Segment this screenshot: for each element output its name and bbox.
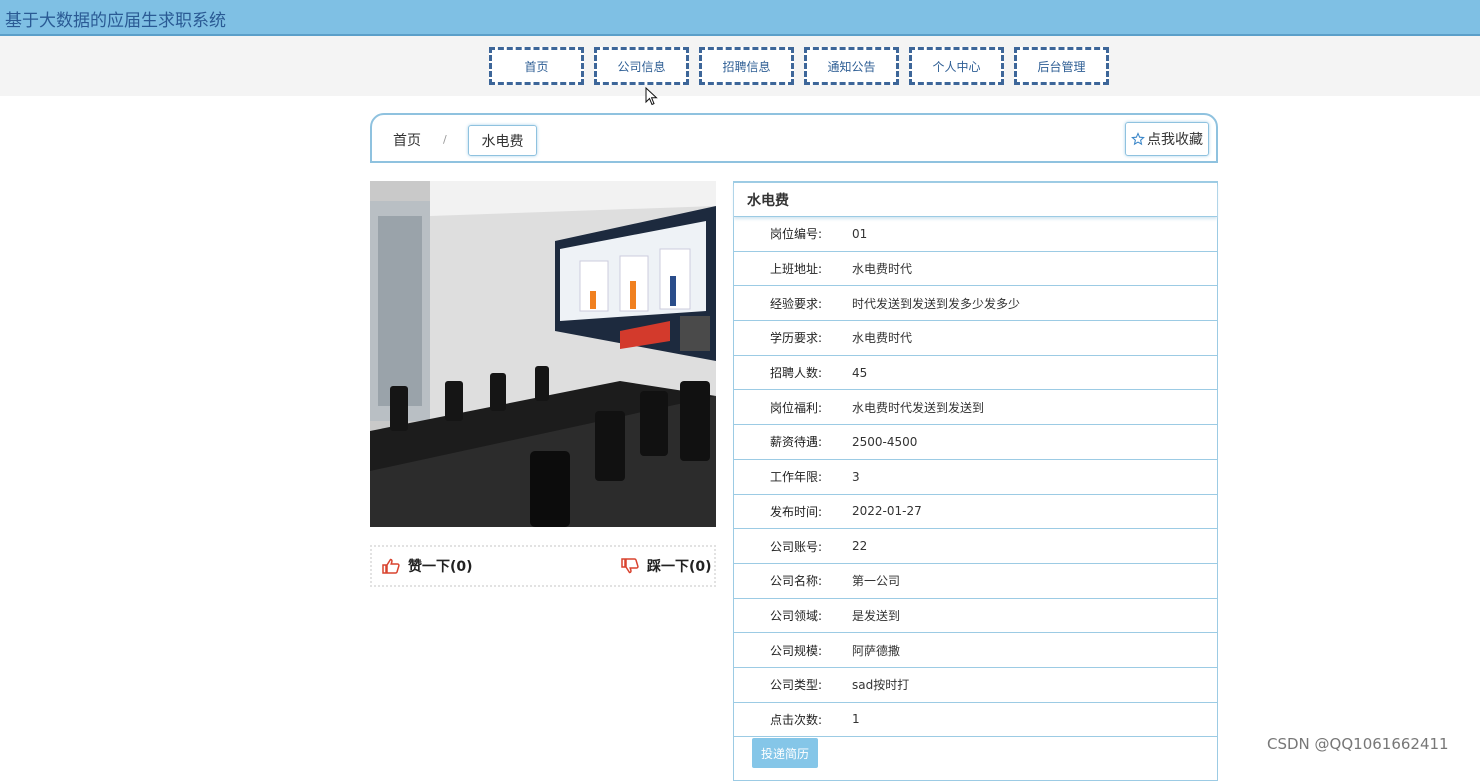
detail-row: 学历要求: 水电费时代	[734, 321, 1217, 356]
detail-value: 水电费时代	[852, 331, 913, 346]
favorite-label: 点我收藏	[1147, 132, 1203, 148]
nav-band: 首页 公司信息 招聘信息 通知公告 个人中心 后台管理	[0, 36, 1480, 96]
detail-value: sad按时打	[852, 678, 910, 693]
vote-bar: 赞一下(0) 踩一下(0)	[370, 545, 716, 587]
nav-item-home[interactable]: 首页	[489, 47, 584, 85]
like-button[interactable]: 赞一下(0)	[382, 556, 473, 576]
detail-row: 公司领域: 是发送到	[734, 599, 1217, 634]
detail-value: 第一公司	[852, 574, 901, 589]
breadcrumb-home[interactable]: 首页	[393, 130, 421, 150]
detail-row: 薪资待遇: 2500-4500	[734, 425, 1217, 460]
site-title: 基于大数据的应届生求职系统	[5, 11, 226, 31]
apply-resume-button[interactable]: 投递简历	[752, 738, 818, 768]
detail-row: 工作年限: 3	[734, 460, 1217, 495]
detail-label: 公司名称:	[769, 574, 822, 589]
top-header: 基于大数据的应届生求职系统	[0, 0, 1480, 36]
breadcrumb-current: 水电费	[468, 125, 537, 156]
detail-value: 3	[852, 469, 860, 484]
detail-label: 上班地址:	[769, 262, 822, 277]
detail-row: 岗位编号: 01	[734, 217, 1217, 252]
detail-label: 点击次数:	[769, 712, 822, 727]
detail-label: 发布时间:	[769, 504, 822, 519]
detail-row: 点击次数: 1	[734, 703, 1217, 738]
breadcrumb-separator: /	[443, 133, 447, 146]
thumbs-down-icon	[621, 558, 639, 574]
main-nav: 首页 公司信息 招聘信息 通知公告 个人中心 后台管理	[489, 47, 1109, 85]
detail-row: 公司账号: 22	[734, 529, 1217, 564]
detail-label: 工作年限:	[769, 470, 822, 485]
detail-row: 公司规模: 阿萨德撒	[734, 633, 1217, 668]
detail-label: 公司规模:	[769, 643, 822, 658]
breadcrumb: 首页 / 水电费 点我收藏	[370, 113, 1218, 163]
detail-value: 时代发送到发送到发多少发多少	[852, 296, 1021, 311]
detail-value: 45	[852, 365, 868, 380]
job-title: 水电费	[734, 183, 1217, 217]
detail-row: 公司类型: sad按时打	[734, 668, 1217, 703]
detail-row: 岗位福利: 水电费时代发送到发送到	[734, 390, 1217, 426]
detail-label: 公司类型:	[769, 678, 822, 693]
detail-row: 发布时间: 2022-01-27	[734, 495, 1217, 530]
dislike-label: 踩一下(0)	[647, 559, 712, 575]
detail-label: 公司领域:	[769, 608, 822, 623]
detail-value: 22	[852, 539, 868, 554]
detail-value: 水电费时代发送到发送到	[852, 400, 985, 415]
nav-item-company-info[interactable]: 公司信息	[594, 47, 689, 85]
detail-value: 2022-01-27	[852, 504, 922, 519]
detail-value: 是发送到	[852, 608, 901, 623]
nav-item-user-center[interactable]: 个人中心	[909, 47, 1004, 85]
detail-label: 薪资待遇:	[769, 435, 822, 450]
favorite-button[interactable]: 点我收藏	[1125, 122, 1209, 156]
job-photo	[370, 181, 716, 527]
detail-label: 学历要求:	[769, 331, 822, 346]
detail-value: 2500-4500	[852, 434, 918, 449]
detail-label: 岗位福利:	[769, 400, 822, 415]
detail-row: 上班地址: 水电费时代	[734, 252, 1217, 287]
watermark: CSDN @QQ1061662411	[1267, 735, 1449, 753]
nav-item-recruitment[interactable]: 招聘信息	[699, 47, 794, 85]
mouse-cursor-icon	[645, 87, 658, 106]
thumbs-up-icon	[382, 558, 400, 574]
detail-value: 阿萨德撒	[852, 643, 901, 658]
detail-row: 招聘人数: 45	[734, 356, 1217, 391]
job-details-panel: 水电费 岗位编号: 01 上班地址: 水电费时代 经验要求: 时代发送到发送到发多少发…	[733, 181, 1218, 781]
detail-value: 1	[852, 712, 860, 727]
detail-row: 公司名称: 第一公司	[734, 564, 1217, 599]
detail-value: 水电费时代	[852, 262, 913, 277]
nav-item-notices[interactable]: 通知公告	[804, 47, 899, 85]
detail-label: 招聘人数:	[769, 366, 822, 381]
star-outline-icon	[1131, 132, 1145, 146]
detail-label: 公司账号:	[769, 539, 822, 554]
dislike-button[interactable]: 踩一下(0)	[621, 556, 712, 576]
detail-value: 01	[852, 226, 868, 241]
detail-label: 岗位编号:	[769, 227, 822, 242]
like-label: 赞一下(0)	[408, 559, 473, 575]
nav-item-admin[interactable]: 后台管理	[1014, 47, 1109, 85]
detail-label: 经验要求:	[769, 296, 822, 311]
detail-row: 经验要求: 时代发送到发送到发多少发多少	[734, 286, 1217, 322]
